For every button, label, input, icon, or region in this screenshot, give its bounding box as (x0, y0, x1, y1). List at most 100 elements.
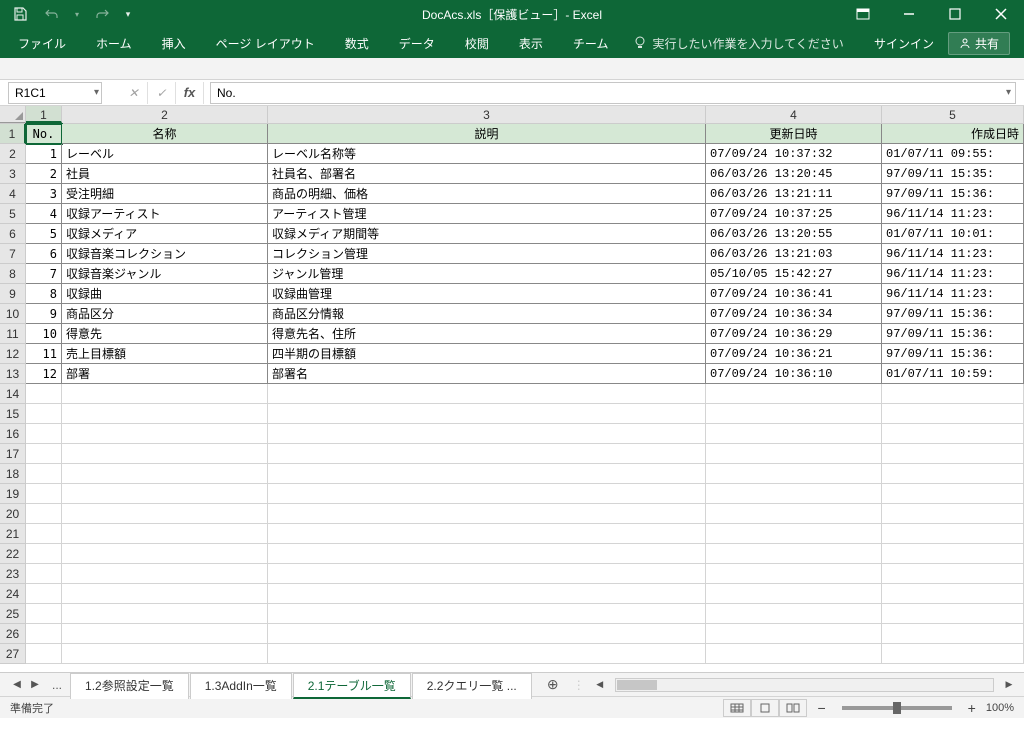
row-header[interactable]: 18 (0, 464, 26, 484)
cell-updated[interactable]: 07/09/24 10:37:25 (706, 204, 882, 224)
cell[interactable] (62, 524, 268, 544)
tab-overflow-indicator[interactable]: ... (44, 678, 70, 692)
expand-formula-bar-icon[interactable]: ▾ (1006, 87, 1011, 98)
header-cell-desc[interactable]: 説明 (268, 124, 706, 144)
row-header[interactable]: 9 (0, 284, 26, 304)
row-header[interactable]: 22 (0, 544, 26, 564)
cell-name[interactable]: 収録メディア (62, 224, 268, 244)
sheet-tab[interactable]: 1.3AddIn一覧 (190, 673, 292, 699)
enter-formula-icon[interactable]: ✓ (148, 82, 176, 104)
cancel-formula-icon[interactable]: ✕ (120, 82, 148, 104)
cell-desc[interactable]: 収録メディア期間等 (268, 224, 706, 244)
cell[interactable] (268, 504, 706, 524)
cell-name[interactable]: 売上目標額 (62, 344, 268, 364)
qat-customize-icon[interactable]: ▾ (120, 2, 136, 26)
row-header[interactable]: 13 (0, 364, 26, 384)
row-header[interactable]: 14 (0, 384, 26, 404)
cell[interactable] (882, 644, 1024, 664)
zoom-in-icon[interactable]: + (968, 700, 976, 716)
sign-in-link[interactable]: サインイン (874, 35, 934, 52)
cell-updated[interactable]: 06/03/26 13:21:03 (706, 244, 882, 264)
cell[interactable] (62, 404, 268, 424)
cell-desc[interactable]: 得意先名、住所 (268, 324, 706, 344)
cell-name[interactable]: 受注明細 (62, 184, 268, 204)
tab-nav-prev-icon[interactable]: ◀ (8, 679, 26, 690)
cell[interactable] (62, 424, 268, 444)
cell[interactable] (706, 444, 882, 464)
cell-desc[interactable]: ジャンル管理 (268, 264, 706, 284)
tell-me-search[interactable]: 実行したい作業を入力してください (634, 35, 843, 52)
cell-desc[interactable]: 商品の明細、価格 (268, 184, 706, 204)
cell[interactable] (268, 484, 706, 504)
cell[interactable] (706, 404, 882, 424)
cell-desc[interactable]: コレクション管理 (268, 244, 706, 264)
cell[interactable] (706, 644, 882, 664)
cell[interactable] (882, 464, 1024, 484)
cell-updated[interactable]: 06/03/26 13:20:55 (706, 224, 882, 244)
cell[interactable] (62, 384, 268, 404)
cell-no[interactable]: 3 (26, 184, 62, 204)
tab-page-layout[interactable]: ページ レイアウト (202, 29, 329, 58)
undo-icon[interactable] (38, 2, 66, 26)
cell-name[interactable]: 得意先 (62, 324, 268, 344)
cell-updated[interactable]: 07/09/24 10:36:41 (706, 284, 882, 304)
header-cell-updated[interactable]: 更新日時 (706, 124, 882, 144)
cell[interactable] (882, 504, 1024, 524)
cell[interactable] (882, 484, 1024, 504)
redo-icon[interactable] (88, 2, 116, 26)
sheet-tab[interactable]: 2.1テーブル一覧 (293, 673, 411, 699)
cell[interactable] (268, 524, 706, 544)
cell[interactable] (62, 504, 268, 524)
cell[interactable] (26, 604, 62, 624)
cell[interactable] (26, 624, 62, 644)
share-button[interactable]: 共有 (948, 32, 1010, 55)
cell-desc[interactable]: レーベル名称等 (268, 144, 706, 164)
page-layout-view-icon[interactable] (751, 699, 779, 717)
cell[interactable] (882, 384, 1024, 404)
cell-desc[interactable]: 社員名、部署名 (268, 164, 706, 184)
cell[interactable] (706, 484, 882, 504)
ribbon-display-options-icon[interactable] (840, 0, 886, 28)
row-header[interactable]: 3 (0, 164, 26, 184)
cell[interactable] (706, 624, 882, 644)
hscroll-left-icon[interactable]: ◀ (593, 678, 607, 692)
col-header[interactable]: 4 (706, 106, 882, 123)
save-icon[interactable] (6, 2, 34, 26)
cell-no[interactable]: 5 (26, 224, 62, 244)
row-header[interactable]: 11 (0, 324, 26, 344)
cell-created[interactable]: 97/09/11 15:35: (882, 164, 1024, 184)
cell[interactable] (706, 544, 882, 564)
row-header[interactable]: 8 (0, 264, 26, 284)
cell[interactable] (62, 564, 268, 584)
zoom-level[interactable]: 100% (986, 702, 1014, 714)
page-break-view-icon[interactable] (779, 699, 807, 717)
row-header[interactable]: 20 (0, 504, 26, 524)
cell[interactable] (882, 424, 1024, 444)
cell[interactable] (268, 624, 706, 644)
cell[interactable] (26, 404, 62, 424)
col-header[interactable]: 1 (26, 106, 62, 123)
row-header[interactable]: 17 (0, 444, 26, 464)
cell-updated[interactable]: 05/10/05 15:42:27 (706, 264, 882, 284)
cell-desc[interactable]: 四半期の目標額 (268, 344, 706, 364)
cell[interactable] (882, 524, 1024, 544)
horizontal-scrollbar[interactable] (615, 678, 994, 692)
header-cell-created[interactable]: 作成日時 (882, 124, 1024, 144)
normal-view-icon[interactable] (723, 699, 751, 717)
cell[interactable] (62, 444, 268, 464)
name-box[interactable]: R1C1 ▾ (8, 82, 102, 104)
cell-name[interactable]: 商品区分 (62, 304, 268, 324)
cell[interactable] (706, 524, 882, 544)
tab-review[interactable]: 校閲 (451, 29, 503, 58)
cell-no[interactable]: 12 (26, 364, 62, 384)
cell[interactable] (62, 584, 268, 604)
tab-file[interactable]: ファイル (4, 29, 80, 58)
cell[interactable] (62, 484, 268, 504)
cell-no[interactable]: 8 (26, 284, 62, 304)
cell[interactable] (26, 644, 62, 664)
cell-no[interactable]: 10 (26, 324, 62, 344)
cell[interactable] (26, 524, 62, 544)
cell-no[interactable]: 6 (26, 244, 62, 264)
row-header[interactable]: 25 (0, 604, 26, 624)
row-header[interactable]: 21 (0, 524, 26, 544)
